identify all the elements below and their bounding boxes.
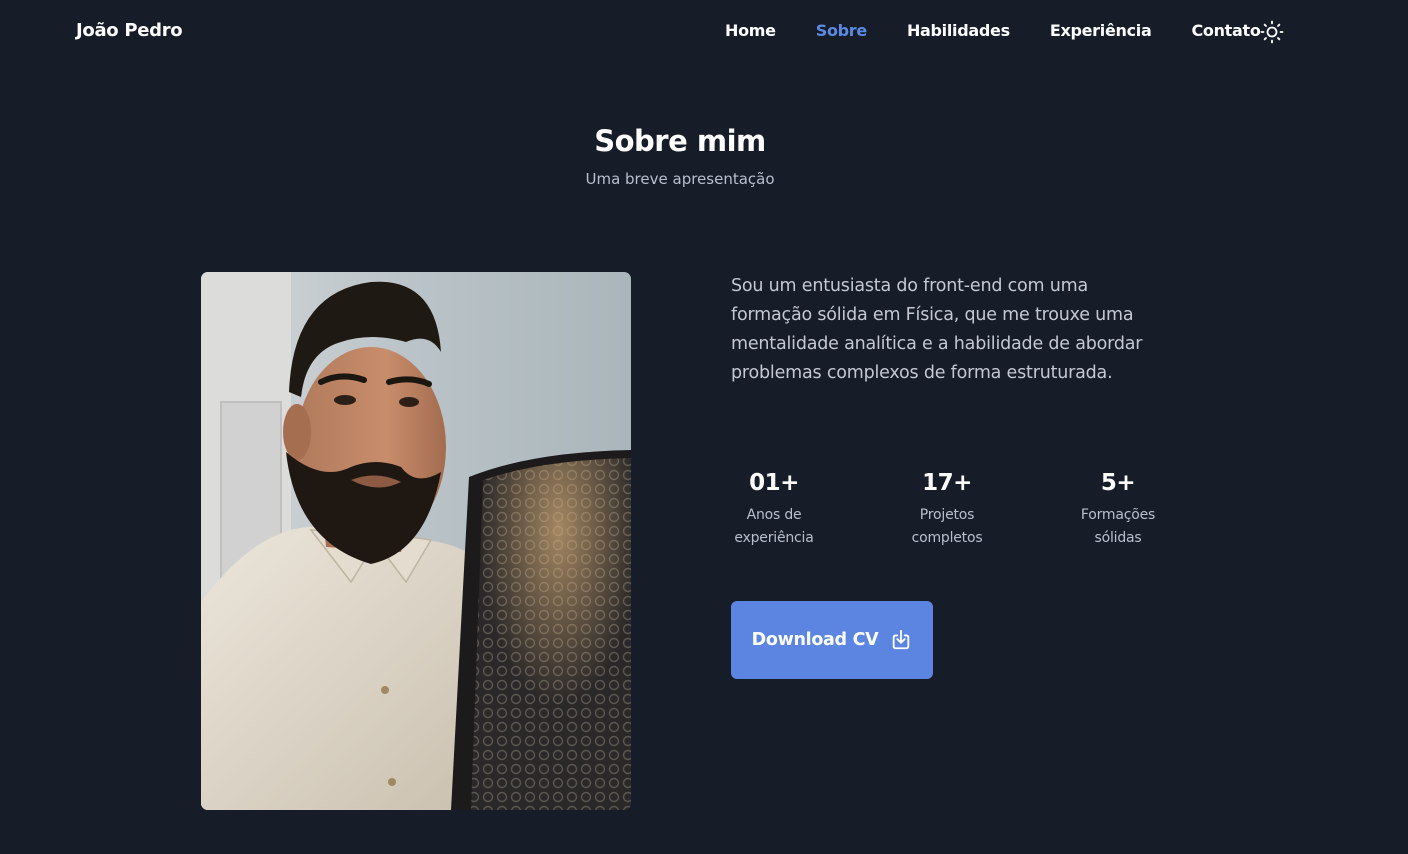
stat-value: 5+ <box>1100 470 1136 496</box>
stat-label: Projetos completos <box>882 504 1012 550</box>
page: João Pedro Home Sobre Habilidades Experi… <box>0 0 1408 854</box>
profile-photo <box>201 272 631 810</box>
stat-label-line: completos <box>911 530 983 546</box>
stat-label-line: experiência <box>734 530 814 546</box>
nav-link-experiencia[interactable]: Experiência <box>1050 21 1152 40</box>
nav-link-contato[interactable]: Contato <box>1191 21 1260 40</box>
download-cv-label: Download CV <box>751 630 879 650</box>
nav-link-home[interactable]: Home <box>725 21 776 40</box>
main-nav: Home Sobre Habilidades Experiência Conta… <box>725 21 1301 40</box>
stat-label-line: Anos de <box>746 507 802 523</box>
download-cv-button[interactable]: Download CV <box>731 601 933 679</box>
nav-link-habilidades[interactable]: Habilidades <box>907 21 1010 40</box>
download-icon <box>890 629 912 651</box>
brand-logo[interactable]: João Pedro <box>76 20 183 41</box>
stat-label-line: Projetos <box>919 507 975 523</box>
stat-experience: 01+ Anos de experiência <box>709 470 839 550</box>
stat-value: 17+ <box>922 470 972 496</box>
sun-icon[interactable] <box>1260 20 1284 44</box>
stat-label-line: Formações <box>1080 507 1156 523</box>
about-description: Sou um entusiasta do front-end com uma f… <box>731 276 1143 383</box>
stat-label: Formações sólidas <box>1053 504 1183 550</box>
stat-projects: 17+ Projetos completos <box>882 470 1012 550</box>
nav-link-sobre[interactable]: Sobre <box>816 21 868 40</box>
section-title: Sobre mim <box>594 124 766 158</box>
stat-label-line: sólidas <box>1094 530 1142 546</box>
section-subtitle: Uma breve apresentação <box>585 170 775 188</box>
stat-education: 5+ Formações sólidas <box>1053 470 1183 550</box>
stat-value: 01+ <box>749 470 799 496</box>
stat-label: Anos de experiência <box>709 504 839 550</box>
